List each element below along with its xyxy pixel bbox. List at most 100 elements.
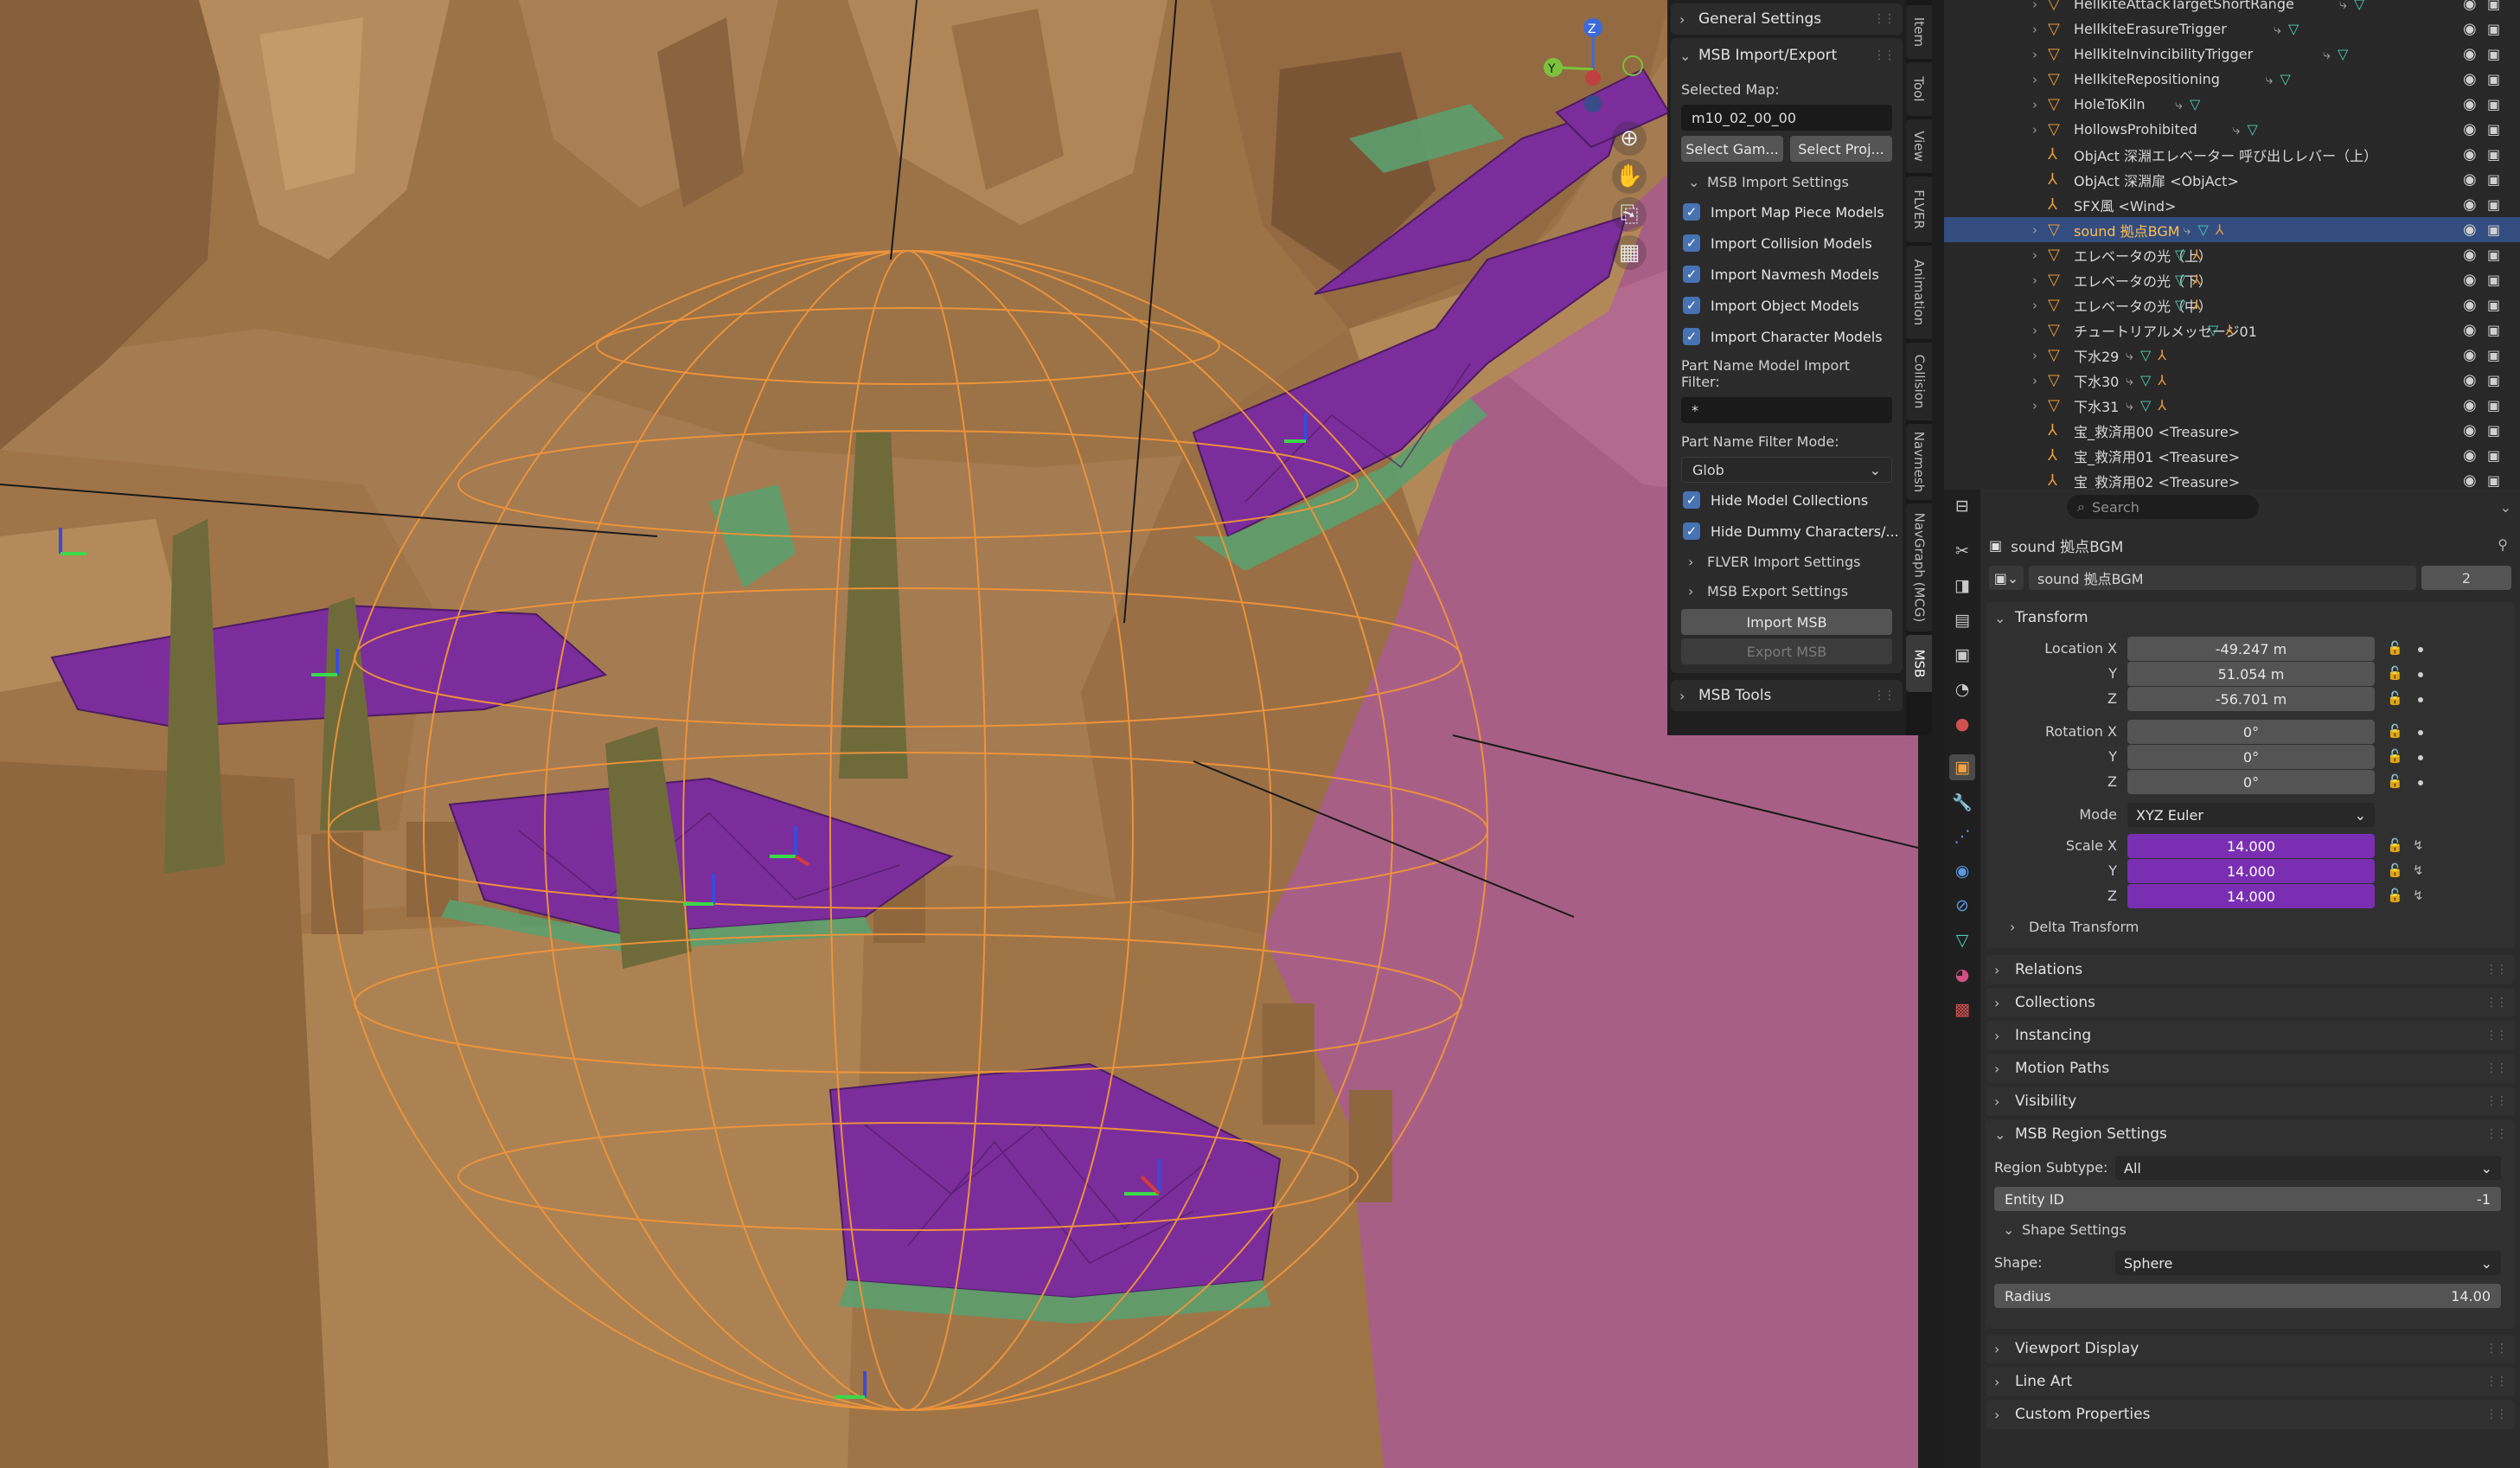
msb-import-settings-header[interactable]: ⌄ MSB Import Settings [1671, 167, 1903, 196]
chevron-right-icon[interactable]: › [2032, 272, 2037, 288]
outliner-row[interactable]: › ▽ HellkiteInvincibilityTrigger ⤷ ▽ ◉ ▣ [1944, 42, 2520, 67]
users-count[interactable]: 2 [2421, 566, 2511, 590]
hide-dummy-checkbox[interactable]: ✓ Hide Dummy Characters/... [1671, 516, 1903, 547]
render-camera-icon[interactable]: ▣ [2487, 146, 2500, 163]
tool-icon[interactable]: ✂ [1949, 538, 1975, 564]
chevron-down-icon[interactable]: ⌄ [2500, 499, 2511, 516]
chevron-right-icon[interactable]: › [2032, 22, 2037, 37]
chevron-right-icon[interactable]: › [2032, 373, 2037, 388]
eye-icon[interactable]: ◉ [2463, 446, 2477, 465]
outliner-row[interactable]: › ▽ 下水30 ⤷ ▽ ⅄ ◉ ▣ [1944, 368, 2520, 393]
chevron-right-icon[interactable]: › [2032, 122, 2037, 138]
eye-icon[interactable]: ◉ [2463, 346, 2477, 364]
mesh-data-icon[interactable]: ▽ [2175, 247, 2185, 263]
eye-icon[interactable]: ◉ [2463, 196, 2477, 214]
armature-icon[interactable]: ⅄ [2158, 372, 2166, 388]
properties-search[interactable]: ⌕ Search [2067, 495, 2259, 519]
rotation-y-field[interactable]: 0° [2127, 745, 2375, 769]
render-camera-icon[interactable]: ▣ [2487, 297, 2500, 313]
select-game-button[interactable]: Select Gam... [1681, 136, 1783, 162]
checkbox-checked-icon[interactable]: ✓ [1683, 297, 1700, 314]
eye-icon[interactable]: ◉ [2463, 396, 2477, 414]
lock-icon[interactable]: 🔓 [2387, 837, 2403, 853]
delta-transform-header[interactable]: › Delta Transform [1992, 912, 2139, 941]
render-camera-icon[interactable]: ▣ [2487, 171, 2500, 188]
grip-icon[interactable]: ⋮⋮ [2485, 1407, 2508, 1421]
lock-icon[interactable]: 🔓 [2387, 690, 2403, 706]
constraint-icon[interactable]: ⊘ [1949, 893, 1975, 919]
grip-icon[interactable]: ⋮⋮ [2485, 963, 2508, 977]
render-camera-icon[interactable]: ▣ [2487, 372, 2500, 388]
keyframe-dot-icon[interactable] [2418, 672, 2423, 677]
location-x-field[interactable]: -49.247 m [2127, 637, 2375, 661]
modifier-icon[interactable]: ⤷ [2323, 46, 2331, 62]
tab-item[interactable]: Item [1906, 5, 1932, 59]
rotation-z-field[interactable]: 0° [2127, 770, 2375, 794]
material-icon[interactable]: ◕ [1949, 962, 1975, 988]
grip-icon[interactable]: ⋮⋮ [2485, 1342, 2508, 1356]
checkbox-checked-icon[interactable]: ✓ [1683, 234, 1700, 252]
outliner-item-label[interactable]: 宝_救済用01 <Treasure> [2074, 446, 2240, 466]
grip-icon[interactable]: ⋮⋮ [1873, 689, 1896, 702]
grip-icon[interactable]: ⋮⋮ [2485, 1127, 2508, 1141]
world-icon[interactable]: ● [1949, 711, 1975, 737]
keyframe-dot-icon[interactable] [2418, 647, 2423, 652]
outliner-row[interactable]: › ▽ sound 拠点BGM ⤷ ▽ ⅄ ◉ ▣ [1944, 217, 2520, 242]
mesh-data-icon[interactable]: ▽ [2140, 372, 2151, 388]
import-object-checkbox[interactable]: ✓ Import Object Models [1671, 290, 1903, 321]
checkbox-checked-icon[interactable]: ✓ [1683, 491, 1700, 509]
outliner-row[interactable]: › ▽ エレベータの光（下） ▽ ⅄ ◉ ▣ [1944, 267, 2520, 292]
keyframe-dot-icon[interactable] [2418, 730, 2423, 735]
data-icon[interactable]: ▽ [1949, 927, 1975, 953]
grip-icon[interactable]: ⋮⋮ [2485, 1375, 2508, 1388]
outliner-item-label[interactable]: ObjAct 深淵扉 <ObjAct> [2074, 170, 2239, 190]
relations-panel[interactable]: › Relations ⋮⋮ [1986, 955, 2515, 984]
outliner-row[interactable]: › ▽ エレベータの光（中） ▽ ⅄ ◉ ▣ [1944, 292, 2520, 317]
outliner-item-label[interactable]: HellkiteRepositioning [2074, 71, 2220, 87]
import-character-checkbox[interactable]: ✓ Import Character Models [1671, 321, 1903, 352]
eye-icon[interactable]: ◉ [2463, 246, 2477, 264]
filter-input[interactable]: * [1681, 397, 1892, 423]
texture-icon[interactable]: ▩ [1949, 997, 1975, 1022]
particles-icon[interactable]: ⋰ [1949, 824, 1975, 849]
scene-icon[interactable]: ◔ [1949, 676, 1975, 702]
checkbox-checked-icon[interactable]: ✓ [1683, 203, 1700, 221]
hide-model-collections-checkbox[interactable]: ✓ Hide Model Collections [1671, 484, 1903, 516]
armature-icon[interactable]: ⅄ [2225, 322, 2234, 338]
camera-icon[interactable]: ⎘ [1612, 197, 1647, 232]
scale-x-field[interactable]: 14.000 [2127, 834, 2375, 858]
tab-msb[interactable]: MSB [1906, 635, 1932, 692]
outliner-row[interactable]: ⅄ SFX風 <Wind> ◉ ▣ [1944, 192, 2520, 217]
outliner-row[interactable]: ⅄ 宝_救済用01 <Treasure> ◉ ▣ [1944, 443, 2520, 468]
render-camera-icon[interactable]: ▣ [2487, 472, 2500, 489]
keyframe-dot-icon[interactable] [2418, 780, 2423, 785]
outliner-item-label[interactable]: sound 拠点BGM [2074, 220, 2180, 240]
keyframe-dot-icon[interactable] [2418, 755, 2423, 760]
rotation-x-field[interactable]: 0° [2127, 720, 2375, 744]
outliner-item-label[interactable]: SFX風 <Wind> [2074, 195, 2176, 215]
armature-icon[interactable]: ⅄ [2192, 272, 2201, 288]
object-type-dropdown[interactable]: ▣⌄ [1989, 566, 2024, 590]
eye-icon[interactable]: ◉ [2463, 120, 2477, 138]
eye-icon[interactable]: ◉ [2463, 421, 2477, 439]
grid-icon[interactable]: ▦ [1612, 235, 1647, 270]
modifier-icon[interactable]: ⤷ [2184, 221, 2191, 238]
entity-id-field[interactable]: Entity ID -1 [1994, 1187, 2501, 1211]
outliner-row[interactable]: › ▽ HollowsProhibited ⤷ ▽ ◉ ▣ [1944, 117, 2520, 142]
keyframe-dot-icon[interactable] [2418, 697, 2423, 702]
outliner-item-label[interactable]: 宝_救済用00 <Treasure> [2074, 420, 2240, 441]
chevron-right-icon[interactable]: › [2032, 72, 2037, 87]
render-camera-icon[interactable]: ▣ [2487, 121, 2500, 138]
chevron-right-icon[interactable]: › [2032, 348, 2037, 363]
grip-icon[interactable]: ⋮⋮ [2485, 1061, 2508, 1075]
mesh-data-icon[interactable]: ▽ [2338, 46, 2348, 62]
modifier-icon[interactable]: ⤷ [2126, 372, 2133, 388]
outliner-row[interactable]: › ▽ チュートリアルメッセージ01 ▽ ⅄ ◉ ▣ [1944, 317, 2520, 343]
view-layer-icon[interactable]: ▣ [1949, 642, 1975, 668]
location-z-field[interactable]: -56.701 m [2127, 687, 2375, 711]
msb-tools-header[interactable]: › MSB Tools ⋮⋮ [1671, 680, 1903, 711]
collections-panel[interactable]: › Collections ⋮⋮ [1986, 988, 2515, 1017]
render-camera-icon[interactable]: ▣ [2487, 0, 2500, 12]
eye-icon[interactable]: ◉ [2463, 45, 2477, 63]
scale-y-field[interactable]: 14.000 [2127, 859, 2375, 883]
